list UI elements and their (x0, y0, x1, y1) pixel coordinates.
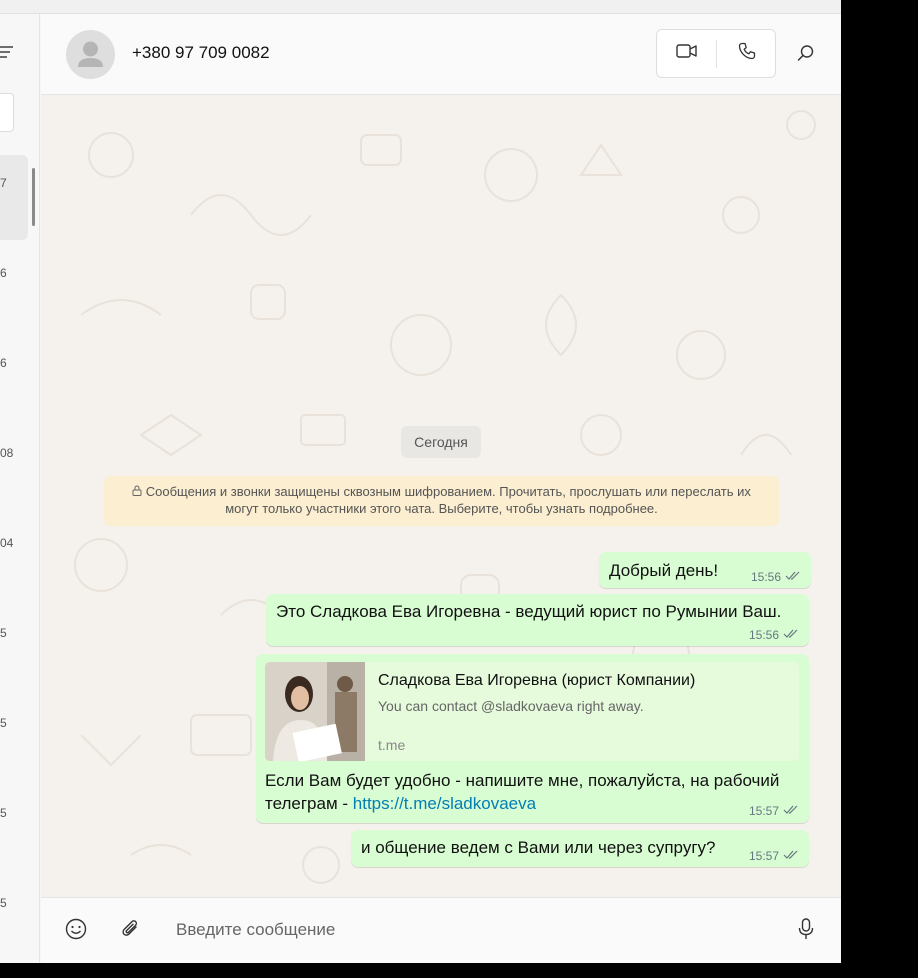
chat-item-time: 08 (0, 446, 14, 460)
message-link[interactable]: https://t.me/sladkovaeva (353, 794, 536, 813)
encryption-notice[interactable]: Сообщения и звонки защищены сквозным шиф… (104, 476, 779, 526)
message-time: 15:57 (748, 804, 779, 818)
voice-call-button[interactable] (717, 30, 776, 77)
selected-chat-item[interactable] (0, 155, 28, 240)
message-text: и общение ведем с Вами или через супругу… (361, 838, 716, 857)
message-time: 15:56 (748, 628, 779, 642)
message-text: телеграм - (265, 794, 353, 813)
message-bubble[interactable]: Сладкова Ева Игоревна (юрист Компании) Y… (256, 654, 809, 823)
message-meta: 15:56 (749, 628, 799, 642)
app-frame: 7 6 6 08 04 5 5 5 5 +380 97 709 0082 Сег… (0, 0, 918, 978)
message-text: Добрый день! (609, 561, 719, 580)
chat-item-time: 5 (0, 896, 7, 910)
message-bubble[interactable]: Добрый день! 15:56 (599, 552, 811, 588)
message-time: 15:56 (750, 570, 781, 584)
message-area: Сегодня Сообщения и звонки защищены скво… (41, 95, 841, 897)
video-call-icon (675, 43, 698, 64)
whatsapp-window: 7 6 6 08 04 5 5 5 5 +380 97 709 0082 Сег… (0, 0, 841, 963)
lock-icon (132, 484, 146, 499)
link-preview-description: You can contact @sladkovaeva right away. (378, 698, 644, 714)
emoji-icon (65, 918, 87, 945)
chat-item-time: 5 (0, 806, 7, 820)
message-meta: 15:57 (749, 849, 799, 863)
video-call-button[interactable] (657, 30, 716, 77)
search-button[interactable] (793, 42, 819, 68)
message-composer: Введите сообщение (41, 897, 841, 963)
voice-call-icon (738, 42, 756, 65)
avatar[interactable] (66, 30, 115, 79)
attach-icon (121, 918, 141, 945)
chat-item-time: 6 (0, 356, 7, 370)
message-time: 15:57 (748, 849, 779, 863)
message-text: Если Вам будет удобно - напишите мне, по… (265, 771, 780, 790)
contact-name[interactable]: +380 97 709 0082 (132, 43, 270, 63)
read-ticks-icon (785, 570, 801, 584)
date-divider: Сегодня (401, 426, 481, 458)
link-preview-title: Сладкова Ева Игоревна (юрист Компании) (378, 672, 696, 689)
link-preview-card[interactable]: Сладкова Ева Игоревна (юрист Компании) Y… (265, 662, 799, 761)
message-bubble[interactable]: и общение ведем с Вами или через супругу… (351, 830, 809, 867)
call-buttons-group (656, 29, 776, 78)
microphone-icon (798, 917, 814, 945)
chat-search-input[interactable] (0, 93, 14, 132)
chat-item-time: 5 (0, 716, 7, 730)
conversation-pane: +380 97 709 0082 Сегодня Сообщения и зво… (41, 14, 841, 963)
menu-icon[interactable] (0, 44, 14, 65)
read-ticks-icon (783, 804, 799, 818)
encryption-notice-text: Сообщения и звонки защищены сквозным шиф… (145, 484, 751, 516)
chat-item-time: 5 (0, 626, 7, 640)
link-preview-domain: t.me (378, 737, 406, 753)
chat-item-time: 6 (0, 266, 7, 280)
chat-item-time: 7 (0, 176, 7, 190)
message-meta: 15:57 (749, 804, 799, 818)
voice-message-button[interactable] (793, 917, 819, 945)
read-ticks-icon (783, 628, 799, 642)
message-text: Это Сладкова Ева Игоревна - ведущий юрис… (276, 602, 782, 621)
message-bubble[interactable]: Это Сладкова Ева Игоревна - ведущий юрис… (266, 594, 809, 646)
search-icon (797, 44, 815, 67)
attach-button[interactable] (118, 918, 144, 944)
message-input[interactable]: Введите сообщение (176, 920, 335, 940)
message-meta: 15:56 (751, 570, 801, 584)
chat-item-time: 04 (0, 536, 14, 550)
chat-header: +380 97 709 0082 (41, 14, 841, 95)
read-ticks-icon (783, 849, 799, 863)
chat-list-panel: 7 6 6 08 04 5 5 5 5 (0, 14, 40, 963)
message-text-line: телеграм - https://t.me/sladkovaeva (265, 794, 536, 814)
link-preview-thumbnail (265, 662, 365, 761)
emoji-button[interactable] (63, 918, 89, 944)
title-bar (0, 0, 841, 14)
chat-list-scrollbar[interactable] (32, 168, 35, 226)
